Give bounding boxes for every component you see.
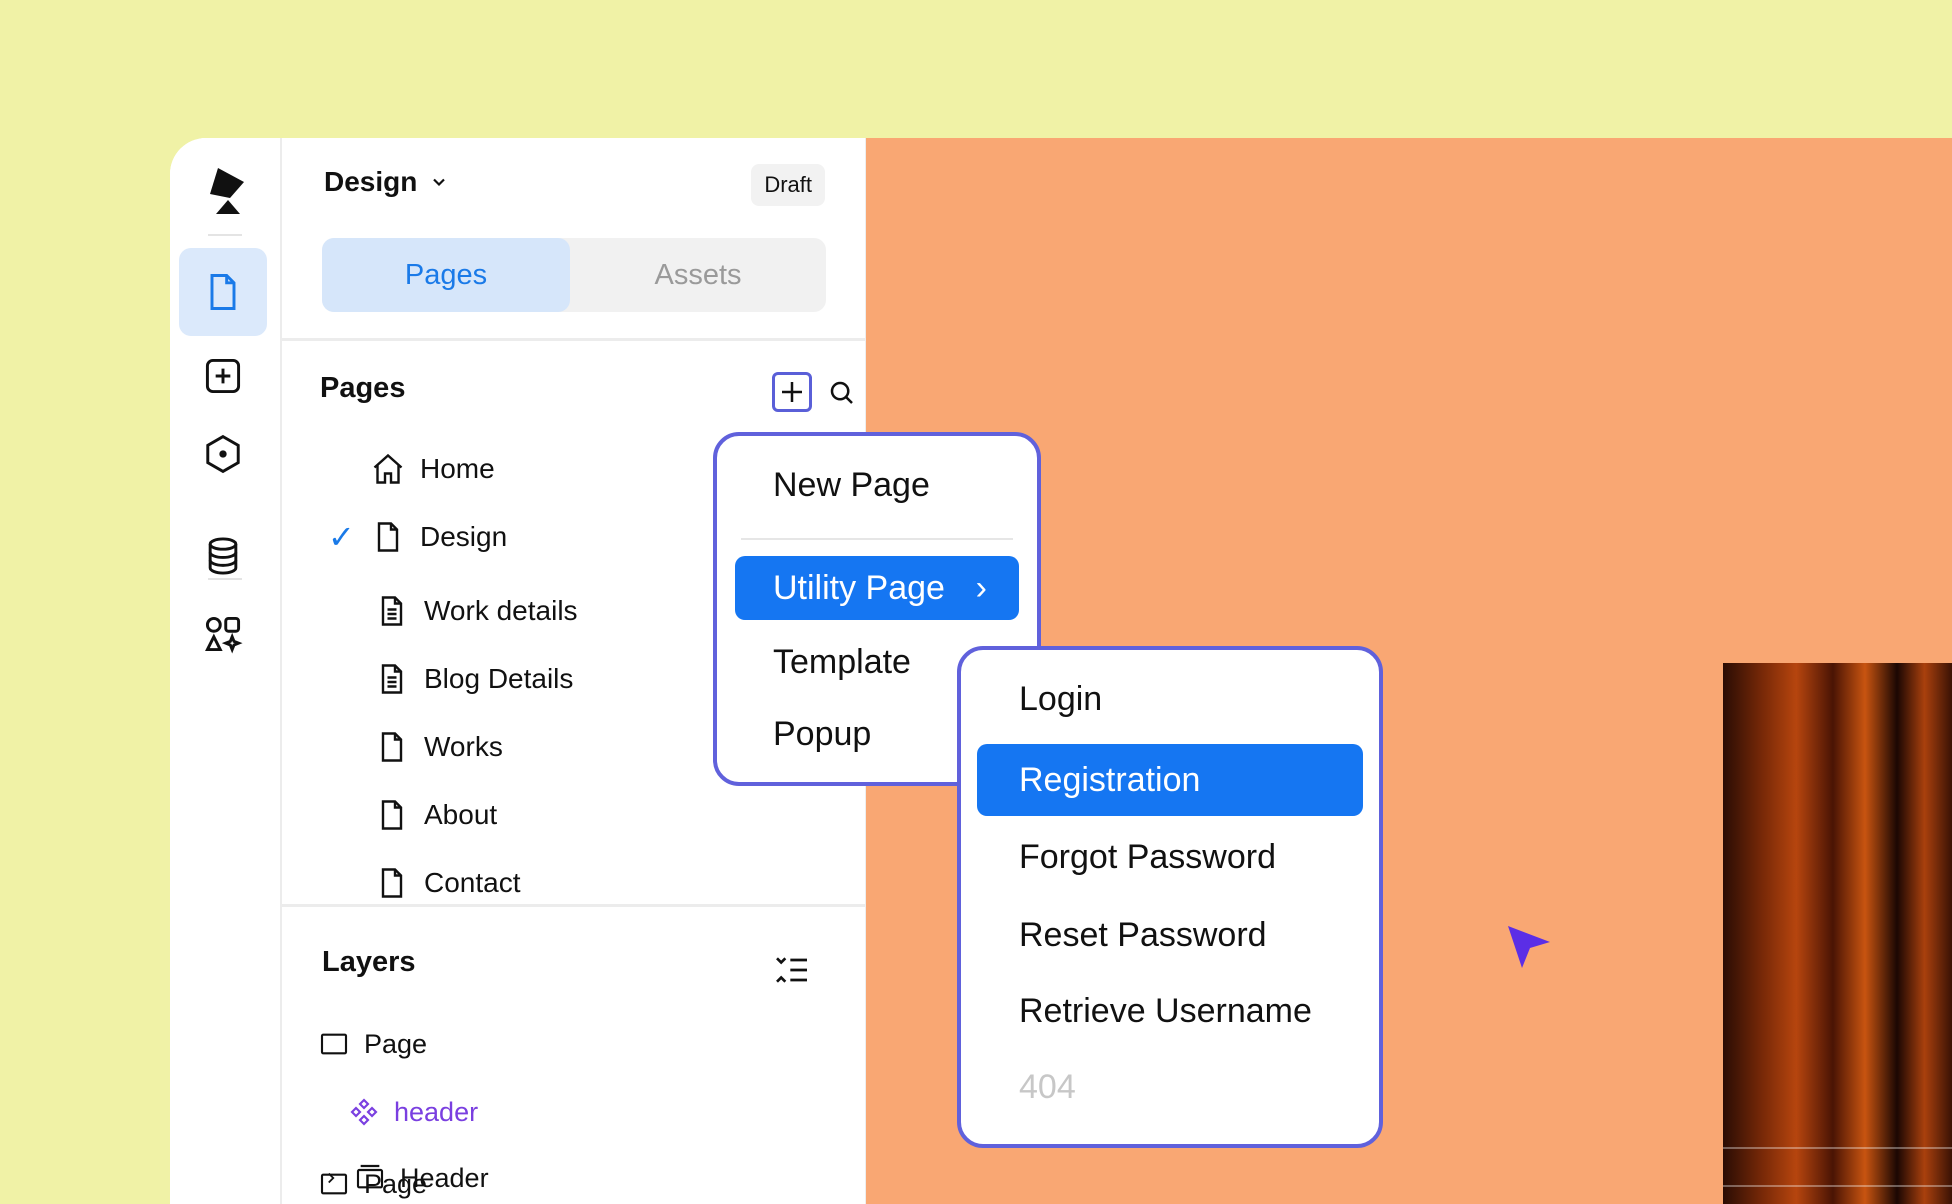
- apps-icon: [205, 616, 243, 654]
- page-item-blog-details[interactable]: Blog Details: [332, 654, 573, 704]
- page-icon: [372, 727, 412, 767]
- menu-item-retrieve-username[interactable]: Retrieve Username: [961, 976, 1379, 1046]
- page-item-label: Home: [420, 453, 495, 484]
- document-icon: [372, 659, 412, 699]
- menu-item-utility-page[interactable]: Utility Page ›: [735, 556, 1019, 620]
- mouse-cursor-icon: [1508, 926, 1550, 968]
- app-window: Design Draft Pages Assets Pages Home ✓ D…: [170, 138, 1952, 1204]
- page-item-works[interactable]: Works: [332, 722, 503, 772]
- section-icon: [356, 1164, 384, 1189]
- rail-divider: [208, 234, 242, 236]
- tab-pages[interactable]: Pages: [322, 238, 570, 312]
- menu-item-404: 404: [1019, 1067, 1076, 1106]
- search-pages-button[interactable]: [822, 373, 862, 413]
- layer-item-page[interactable]: Page: [318, 1028, 427, 1060]
- page-item-contact[interactable]: Contact: [332, 858, 521, 908]
- add-elements-button[interactable]: [179, 332, 267, 420]
- chevron-down-icon: [433, 178, 446, 187]
- tab-assets[interactable]: Assets: [570, 238, 826, 312]
- guide-line: [1723, 1147, 1952, 1149]
- menu-item-label: Utility Page: [773, 568, 945, 607]
- status-badge: Draft: [751, 164, 825, 206]
- menu-item-login[interactable]: Login: [961, 664, 1379, 734]
- canvas-image[interactable]: [1723, 663, 1952, 1204]
- pages-panel-button[interactable]: [179, 248, 267, 336]
- home-icon: [368, 449, 408, 489]
- page-switcher[interactable]: Design: [324, 166, 449, 198]
- panel-tabs: Pages Assets: [322, 238, 826, 312]
- icon-rail: [170, 138, 282, 1204]
- menu-divider: [741, 538, 1013, 540]
- page-title: Design: [324, 166, 418, 197]
- divider: [282, 904, 865, 907]
- guide-line: [1723, 1185, 1952, 1187]
- menu-item-registration[interactable]: Registration: [977, 744, 1363, 816]
- component-icon: [350, 1098, 378, 1126]
- page-icon: [372, 795, 412, 835]
- components-button[interactable]: [179, 410, 267, 498]
- collapse-layers-icon[interactable]: [772, 950, 812, 990]
- document-icon: [372, 591, 412, 631]
- frame-icon: [320, 1033, 348, 1055]
- page-item-label: Blog Details: [424, 663, 574, 694]
- plus-icon: [782, 382, 802, 402]
- add-icon: [205, 358, 241, 394]
- menu-item-forgot-password[interactable]: Forgot Password: [961, 822, 1379, 892]
- page-icon: [210, 274, 236, 310]
- cms-button[interactable]: [179, 512, 267, 600]
- pages-section-title: Pages: [320, 372, 406, 404]
- page-item-about[interactable]: About: [332, 790, 497, 840]
- layer-item-label: Header: [400, 1162, 489, 1193]
- apps-button[interactable]: [179, 590, 267, 678]
- check-icon: ✓: [328, 519, 355, 555]
- menu-item-new-page[interactable]: New Page: [717, 450, 1037, 520]
- layers-section-title: Layers: [322, 946, 416, 978]
- layer-item-label: Page: [364, 1028, 428, 1059]
- page-item-design[interactable]: ✓ Design: [328, 512, 507, 562]
- menu-item-reset-password[interactable]: Reset Password: [961, 900, 1379, 970]
- database-icon: [208, 537, 238, 575]
- page-item-label: Contact: [424, 867, 521, 898]
- page-item-home[interactable]: Home: [328, 444, 495, 494]
- layer-item-header-component[interactable]: header: [348, 1096, 478, 1128]
- layer-item-header-section[interactable]: Header: [322, 1162, 489, 1194]
- page-item-label: Work details: [424, 595, 578, 626]
- chevron-right-icon: [328, 1172, 335, 1184]
- divider: [282, 338, 865, 341]
- page-item-label: About: [424, 799, 498, 830]
- page-icon: [372, 863, 412, 903]
- page-item-label: Design: [420, 521, 508, 552]
- utility-page-submenu: Login Registration Forgot Password Reset…: [957, 646, 1383, 1148]
- chevron-right-icon: ›: [975, 568, 987, 607]
- add-page-button[interactable]: [772, 372, 812, 412]
- layer-item-label: header: [394, 1096, 479, 1127]
- page-icon: [368, 517, 408, 557]
- page-item-label: Works: [424, 731, 503, 762]
- component-icon: [206, 434, 240, 474]
- logo-icon[interactable]: [200, 164, 252, 216]
- search-icon: [830, 381, 853, 404]
- page-item-work-details[interactable]: Work details: [332, 586, 578, 636]
